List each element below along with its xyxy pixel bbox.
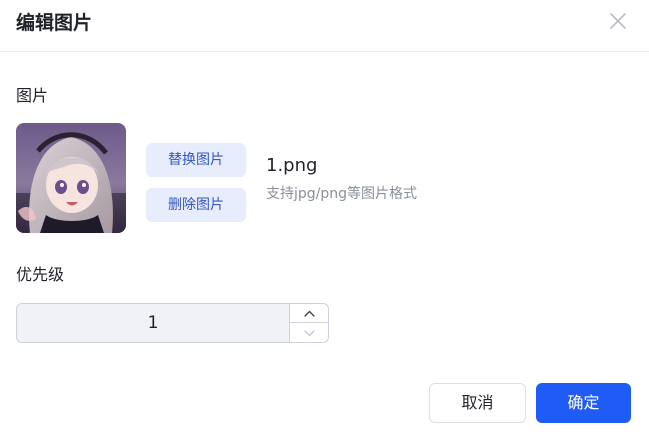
- priority-label: 优先级: [16, 265, 65, 284]
- stepper-controls: [289, 304, 328, 342]
- chevron-down-icon[interactable]: [290, 323, 328, 342]
- file-name: 1.png: [266, 155, 318, 176]
- delete-image-button[interactable]: 删除图片: [146, 188, 246, 222]
- cancel-button[interactable]: 取消: [429, 383, 526, 423]
- priority-input[interactable]: [17, 304, 289, 342]
- confirm-button[interactable]: 确定: [536, 383, 631, 423]
- image-thumbnail: [16, 123, 126, 233]
- chevron-up-icon[interactable]: [290, 304, 328, 323]
- priority-stepper: [16, 303, 329, 343]
- image-section-label: 图片: [16, 86, 49, 105]
- replace-image-button[interactable]: 替换图片: [146, 143, 246, 177]
- dialog-title: 编辑图片: [16, 12, 93, 34]
- close-icon[interactable]: [606, 9, 630, 33]
- format-hint: 支持jpg/png等图片格式: [266, 186, 418, 202]
- dialog-header: 编辑图片: [0, 0, 649, 52]
- edit-image-dialog: 编辑图片 图片 替换图片 删除图片 1.png 支持jpg/png等图片格式 优…: [0, 0, 649, 436]
